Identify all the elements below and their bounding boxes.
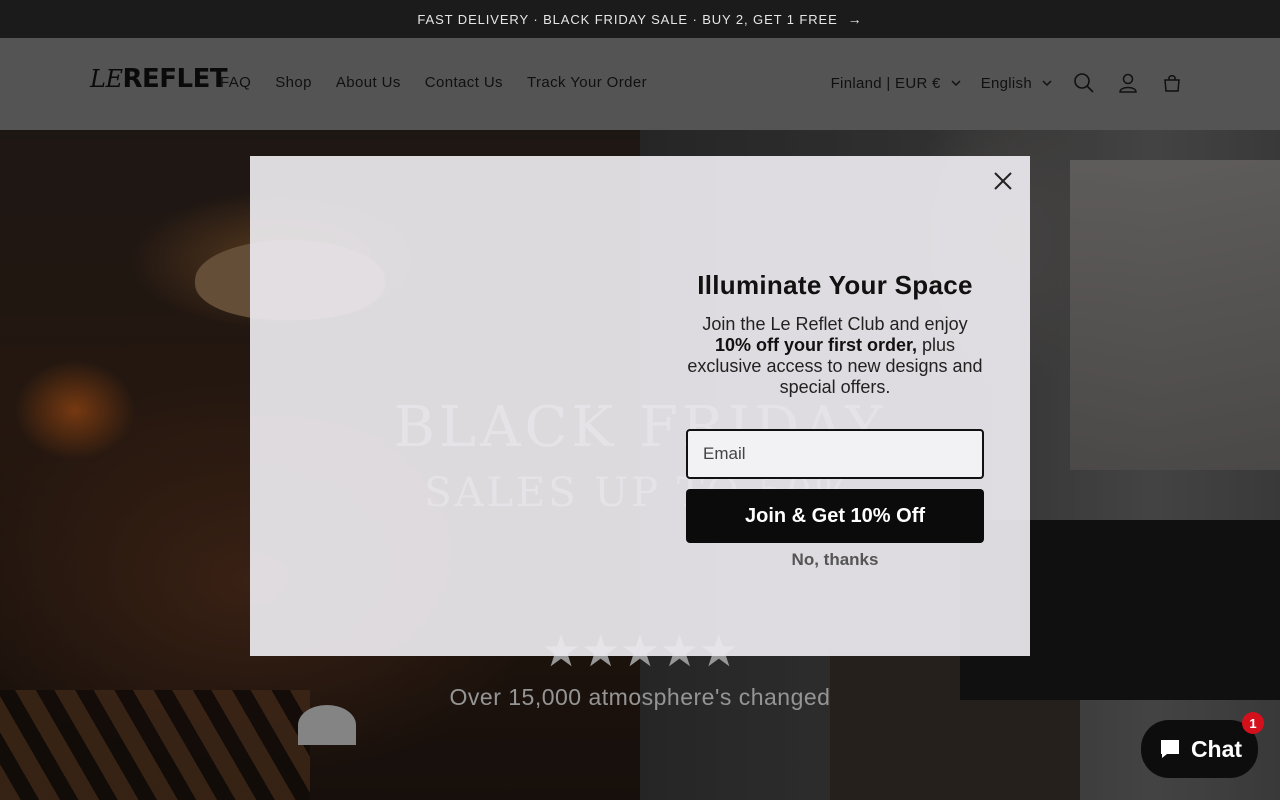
chat-label: Chat [1190, 735, 1243, 762]
chat-bubble-icon [1160, 740, 1179, 758]
newsletter-popup: Illuminate Your Space Join the Le Reflet… [250, 156, 1030, 656]
announcement-text: FAST DELIVERY · BLACK FRIDAY SALE · BUY … [417, 11, 838, 27]
popup-body-discount: 10% off your first order, [714, 335, 917, 355]
close-button[interactable] [988, 166, 1018, 196]
chat-button[interactable]: Chat [1141, 720, 1258, 778]
arrow-right-icon: → [847, 11, 863, 27]
email-field[interactable] [686, 429, 984, 479]
chat-badge: 1 [1242, 712, 1264, 734]
close-icon [994, 172, 1012, 190]
no-thanks-link[interactable]: No, thanks [686, 550, 984, 570]
popup-title: Illuminate Your Space [697, 270, 973, 300]
popup-body: Join the Le Reflet Club and enjoy 10% of… [676, 314, 994, 398]
join-button[interactable]: Join & Get 10% Off [686, 489, 984, 543]
popup-image-area [250, 156, 640, 656]
announcement-bar[interactable]: FAST DELIVERY · BLACK FRIDAY SALE · BUY … [0, 0, 1280, 38]
popup-body-intro: Join the Le Reflet Club and enjoy [702, 314, 968, 334]
popup-content: Illuminate Your Space Join the Le Reflet… [686, 156, 984, 656]
